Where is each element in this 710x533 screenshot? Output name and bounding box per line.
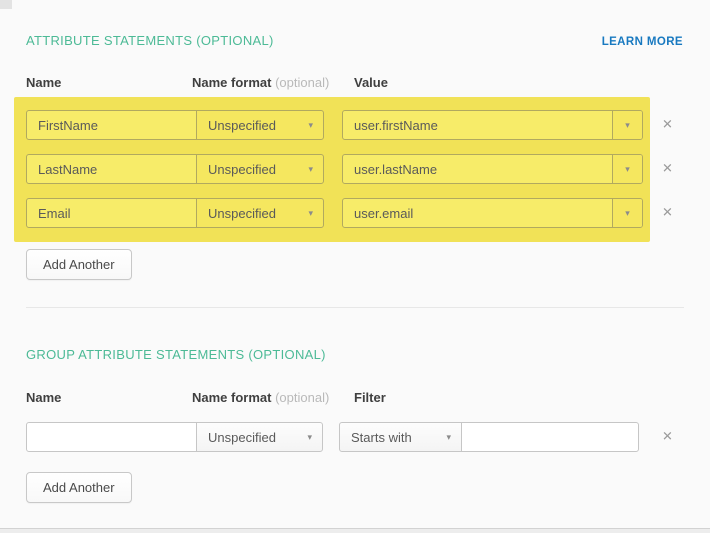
name-format-value: Unspecified [208,162,276,177]
column-header-filter: Filter [354,390,386,405]
name-format-dropdown[interactable]: Unspecified ▾ [196,198,324,228]
chevron-down-icon: ▾ [307,433,312,442]
name-format-dropdown[interactable]: Unspecified ▾ [196,110,324,140]
delete-row-button[interactable]: ✕ [662,429,673,442]
chevron-down-icon: ▾ [308,165,313,174]
filter-type-value: Starts with [351,430,412,445]
chevron-down-icon: ▾ [625,121,630,130]
section-divider [26,307,684,308]
attribute-value-input[interactable] [343,199,612,227]
filter-type-dropdown[interactable]: Starts with ▾ [339,422,462,452]
column-header-name-format: Name format (optional) [192,75,329,90]
corner-artifact [0,0,12,9]
attribute-value-combobox: ▾ [342,154,643,184]
name-format-dropdown[interactable]: Unspecified ▾ [196,154,324,184]
name-format-value: Unspecified [208,206,276,221]
attribute-name-input[interactable] [26,110,197,140]
value-dropdown-toggle[interactable]: ▾ [612,199,642,227]
attribute-row-lastname: Unspecified ▾ ▾ ✕ [26,154,643,184]
filter-value-input[interactable] [461,422,639,452]
attribute-value-combobox: ▾ [342,198,643,228]
name-format-value: Unspecified [208,430,276,445]
panel-bottom-edge [0,528,710,533]
chevron-down-icon: ▾ [308,121,313,130]
attribute-statements-title: ATTRIBUTE STATEMENTS (OPTIONAL) [26,33,274,48]
attribute-name-input[interactable] [26,154,197,184]
chevron-down-icon: ▾ [446,433,451,442]
attribute-name-input[interactable] [26,198,197,228]
column-header-name-format: Name format (optional) [192,390,329,405]
column-header-name: Name [26,75,61,90]
attribute-value-input[interactable] [343,155,612,183]
column-header-optional-note: (optional) [275,75,329,90]
delete-row-button[interactable]: ✕ [662,161,673,174]
delete-row-button[interactable]: ✕ [662,117,673,130]
name-format-value: Unspecified [208,118,276,133]
chevron-down-icon: ▾ [625,209,630,218]
group-name-format-dropdown[interactable]: Unspecified ▾ [196,422,323,452]
attribute-value-input[interactable] [343,111,612,139]
attribute-row-email: Unspecified ▾ ▾ ✕ [26,198,643,228]
column-header-name: Name [26,390,61,405]
delete-row-button[interactable]: ✕ [662,205,673,218]
learn-more-link[interactable]: LEARN MORE [602,36,683,48]
attribute-rows-highlight: Unspecified ▾ ▾ ✕ Unspecified ▾ ▾ ✕ Unsp… [14,97,650,242]
group-attribute-statements-title: GROUP ATTRIBUTE STATEMENTS (OPTIONAL) [26,347,326,362]
value-dropdown-toggle[interactable]: ▾ [612,111,642,139]
add-another-button[interactable]: Add Another [26,472,132,503]
chevron-down-icon: ▾ [308,209,313,218]
attribute-statements-header: ATTRIBUTE STATEMENTS (OPTIONAL) LEARN MO… [26,33,683,48]
chevron-down-icon: ▾ [625,165,630,174]
column-header-value: Value [354,75,388,90]
value-dropdown-toggle[interactable]: ▾ [612,155,642,183]
attribute-row-firstname: Unspecified ▾ ▾ ✕ [26,110,643,140]
group-name-input[interactable] [26,422,197,452]
group-attribute-row: Unspecified ▾ Starts with ▾ ✕ [26,422,639,452]
add-another-button[interactable]: Add Another [26,249,132,280]
column-header-optional-note: (optional) [275,390,329,405]
attribute-value-combobox: ▾ [342,110,643,140]
